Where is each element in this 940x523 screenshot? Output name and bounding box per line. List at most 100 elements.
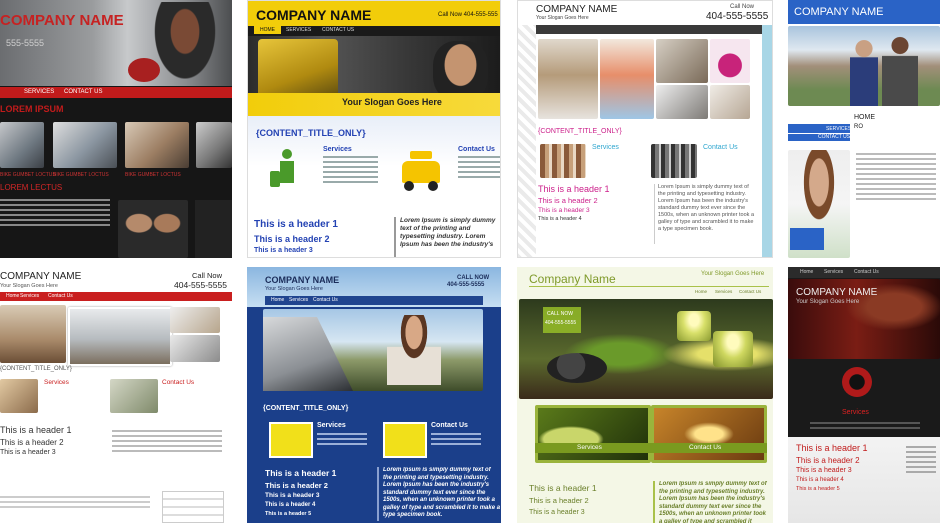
- header-3: This is a header 3: [796, 467, 852, 474]
- header-2: This is a header 2: [796, 456, 860, 465]
- caption-2: BIKE GUMBET LOCTUS: [53, 172, 109, 178]
- nav-services[interactable]: Services: [818, 268, 849, 276]
- nav-services[interactable]: Services: [14, 292, 45, 300]
- nav-home[interactable]: HOME: [254, 26, 281, 34]
- contact-heading[interactable]: Contact Us: [458, 146, 495, 153]
- template-thumbnail-car[interactable]: COMPANY NAME Your Slogan Goes Here CALL …: [247, 267, 501, 523]
- company-name: COMPANY NAME: [536, 4, 618, 15]
- nav-line: [529, 286, 769, 287]
- phone: 404-555-5555: [545, 320, 577, 326]
- contact-text: [458, 153, 500, 181]
- contact-heading[interactable]: Contact Us: [162, 379, 194, 386]
- nav-bar: [536, 25, 772, 34]
- nav-contact[interactable]: Contact Us: [848, 268, 885, 276]
- header-3: This is a header 3: [254, 247, 313, 254]
- candle-1: [677, 311, 711, 341]
- slogan: Your Slogan Goes Here: [0, 283, 58, 289]
- content-title: {CONTENT_TITLE_ONLY}: [538, 128, 622, 135]
- phone: 404-555-5555: [174, 280, 227, 290]
- contact-form: [162, 491, 224, 523]
- services-heading[interactable]: Services: [44, 379, 69, 386]
- room-thumb-1: [0, 379, 38, 413]
- nav-contact[interactable]: Contact Us: [733, 288, 767, 295]
- fashion-photo-3: [656, 39, 708, 83]
- fashion-photo-2: [600, 39, 654, 119]
- gym-photo-3: [125, 122, 189, 168]
- phone: 404-555-5555: [447, 282, 485, 288]
- lorem-text: Lorem Ipsum is simply dummy text of the …: [400, 217, 496, 248]
- stones: [547, 353, 607, 383]
- company-name: COMPANY NAME: [0, 271, 82, 282]
- body-text: [856, 150, 936, 203]
- template-thumbnail-martial-arts[interactable]: Home Services Contact Us COMPANY NAME Yo…: [788, 267, 940, 523]
- header-3: This is a header 3: [0, 449, 56, 456]
- template-thumbnail-interior[interactable]: COMPANY NAME Your Slogan Goes Here Call …: [0, 267, 232, 523]
- driver-face: [433, 41, 488, 101]
- nav-services[interactable]: SERVICES: [280, 26, 317, 34]
- body-text: [0, 196, 110, 229]
- header-1: This is a header 1: [529, 483, 597, 493]
- woman-driver: [387, 315, 441, 385]
- section-headline: LOREM IPSUM: [0, 104, 64, 114]
- contact-heading[interactable]: Contact Us: [431, 422, 468, 429]
- header-5: This is a header 5: [265, 511, 312, 517]
- contact-photo: [651, 405, 767, 463]
- template-thumbnail-fashion[interactable]: COMPANY NAME Your Slogan Goes Here Call …: [517, 0, 773, 258]
- nav-contact[interactable]: Contact Us: [42, 292, 79, 300]
- room-thumb-2: [110, 379, 158, 413]
- header-4: This is a header 4: [265, 502, 316, 508]
- body-text: [0, 493, 150, 511]
- header-4: This is a header 4: [796, 477, 844, 483]
- gym-photo-4: [196, 122, 232, 168]
- slogan: Your Slogan Goes Here: [796, 299, 860, 305]
- header-2: This is a header 2: [0, 438, 64, 447]
- services-heading[interactable]: Services: [317, 422, 346, 429]
- sidebar-form: [195, 200, 232, 258]
- sold-sign: [790, 228, 824, 250]
- nav-contact[interactable]: Contact Us: [307, 296, 344, 304]
- caption-1: BIKE GUMBET LOCTUS: [0, 172, 56, 178]
- header-2: This is a header 2: [265, 481, 328, 490]
- handbag-photo: [710, 39, 750, 83]
- content-title: {CONTENT_TITLE_ONLY}: [256, 128, 366, 138]
- services-heading[interactable]: Services: [577, 444, 602, 451]
- template-thumbnail-fitness[interactable]: COMPANY NAME 555-5555 SERVICES CONTACT U…: [0, 0, 232, 258]
- nav-contact[interactable]: CONTACT US: [818, 134, 850, 140]
- boxer-figure: [150, 2, 220, 86]
- agent-2: [882, 34, 918, 106]
- nav-home[interactable]: Home: [794, 268, 819, 276]
- header-3: This is a header 3: [529, 509, 585, 516]
- company-name: COMPANY NAME: [794, 6, 884, 18]
- content-title: {CONTENT_TITLE_ONLY}: [0, 366, 72, 372]
- services-heading[interactable]: Services: [323, 146, 352, 153]
- nav-services[interactable]: SERVICES: [826, 126, 851, 132]
- caption-3: BIKE GUMBET LOCTUS: [125, 172, 181, 178]
- lorem-italic: [112, 427, 222, 455]
- nav-contact[interactable]: CONTACT US: [316, 26, 360, 34]
- phone: 555-5555: [6, 38, 45, 48]
- damask-right: [762, 25, 772, 257]
- boxing-glove: [128, 58, 160, 82]
- services-heading[interactable]: Services: [842, 409, 869, 416]
- slogan: Your Slogan Goes Here: [265, 286, 323, 292]
- services-heading[interactable]: Services: [592, 144, 619, 151]
- template-thumbnail-spa[interactable]: Company Name Your Slogan Goes Here Home …: [517, 267, 773, 523]
- contact-heading[interactable]: Contact Us: [689, 444, 721, 451]
- contact-heading[interactable]: Contact Us: [703, 144, 738, 151]
- lorem-text: Lorem Ipsum is simply dummy text of the …: [377, 467, 501, 521]
- living-room-photo: [0, 305, 66, 363]
- template-thumbnail-realestate[interactable]: COMPANY NAME HOME RO SERVICES CONTACT US: [788, 0, 940, 258]
- phone-label: CALL NOW: [457, 275, 490, 281]
- nav-ro[interactable]: RO: [854, 124, 863, 130]
- header-1: This is a header 1: [796, 443, 868, 453]
- company-name: COMPANY NAME: [265, 275, 340, 285]
- slogan: Your Slogan Goes Here: [701, 271, 765, 277]
- nav-home[interactable]: HOME: [854, 114, 875, 121]
- lorem-text: Lorem Ipsum is simply dummy text of the …: [653, 481, 771, 523]
- template-thumbnail-taxi[interactable]: COMPANY NAME Call Now 404-555-555 HOME S…: [247, 0, 501, 258]
- nav-services[interactable]: SERVICES: [18, 88, 60, 96]
- contact-text: [431, 430, 481, 448]
- nav-contact[interactable]: CONTACT US: [58, 88, 108, 96]
- fashion-photo-5: [710, 85, 750, 119]
- agent-1: [850, 36, 878, 106]
